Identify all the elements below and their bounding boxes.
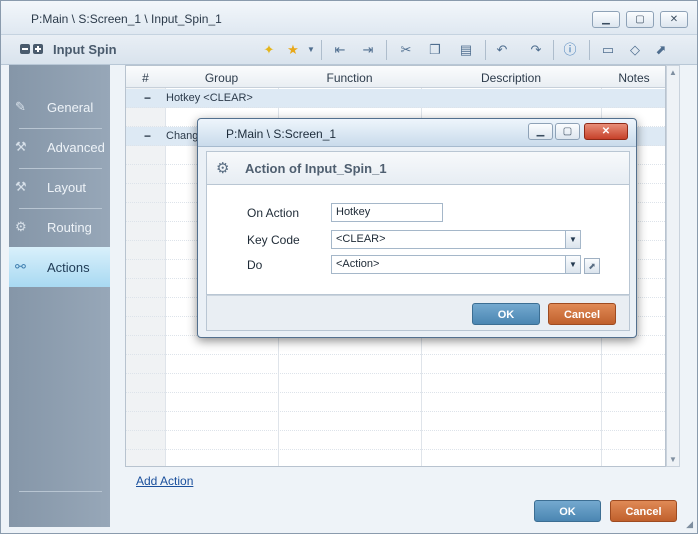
minimize-icon: ▁ [536,126,545,137]
table-row[interactable] [126,355,665,374]
scroll-down-icon[interactable]: ▼ [669,455,677,464]
do-value: <Action> [336,258,380,270]
close-icon: ✕ [669,14,679,25]
sidebar-item-label: Layout [47,180,87,195]
dialog-header: ⚙ Action of Input_Spin_1 [206,151,630,185]
tag-icon[interactable]: ◇ [626,41,644,59]
redo-icon[interactable]: ↷ [527,41,545,59]
dialog-title-bar: P:Main \ S:Screen_1 ▁ ▢ ✕ [198,119,636,147]
undo-icon[interactable]: ↶ [493,41,511,59]
table-row[interactable] [126,336,665,355]
gear-icon: ⚙ [216,160,230,177]
grid-header: # Group Function Description Notes [126,66,665,88]
input-spin-icon [20,44,43,54]
sidebar-item-label: Routing [47,220,92,235]
lightbulb-icon[interactable]: ✦ [260,41,278,59]
sidebar-item-actions[interactable]: ⚯ Actions [9,247,110,287]
dialog-heading: Action of Input_Spin_1 [245,161,387,176]
wrench-icon: ⚒ [15,139,27,154]
on-action-field[interactable]: Hotkey [331,203,443,222]
sidebar-item-advanced[interactable]: ⚒ Advanced [9,127,110,167]
toolbar: Input Spin ✦ ★ ▼ ⇤ ⇥ ✂ ❐ ▤ ↶ ↷ ⓘ ▭ ◇ ⬈ [1,35,697,65]
dialog-close-button[interactable]: ✕ [584,123,628,140]
dialog-cancel-button[interactable]: Cancel [548,303,616,325]
toolbar-separator [589,40,590,60]
minimize-icon: ▁ [602,14,610,25]
dialog-maximize-button[interactable]: ▢ [555,123,580,140]
sidebar: ✎ General ⚒ Advanced ⚒ Layout ⚙ Routing … [9,65,110,527]
actions-icon: ⚯ [15,259,26,274]
column-header-description[interactable]: Description [421,71,601,85]
dialog-footer: OK Cancel [206,295,630,331]
cut-icon[interactable]: ✂ [397,41,415,59]
resize-grip-icon[interactable]: ◢ [686,519,693,530]
copy-icon[interactable]: ❐ [426,41,444,59]
key-code-value: <CLEAR> [336,233,386,245]
info-icon[interactable]: ⓘ [561,41,579,59]
sidebar-item-label: General [47,100,94,115]
action-dialog: P:Main \ S:Screen_1 ▁ ▢ ✕ ⚙ Action of In… [197,118,637,338]
close-icon: ✕ [601,126,611,137]
scroll-up-icon[interactable]: ▲ [669,68,677,77]
toolbar-title: Input Spin [53,42,117,57]
sidebar-item-label: Actions [47,260,90,275]
title-bar: P:Main \ S:Screen_1 \ Input_Spin_1 ▁ ▢ ✕ [1,1,697,35]
toolbar-separator [485,40,486,60]
collapse-icon[interactable]: − [144,129,151,143]
gear-icon: ⚙ [15,219,27,234]
table-row[interactable] [126,374,665,393]
chevron-down-icon[interactable]: ▼ [565,256,580,273]
table-row-group[interactable]: − Hotkey <CLEAR> [126,89,665,108]
sidebar-item-routing[interactable]: ⚙ Routing [9,207,110,247]
vertical-scrollbar[interactable]: ▲ ▼ [666,65,680,467]
key-code-select[interactable]: <CLEAR> ▼ [331,230,581,249]
do-select[interactable]: <Action> ▼ [331,255,581,274]
add-action-link[interactable]: Add Action [136,474,193,488]
minimize-button[interactable]: ▁ [592,11,620,28]
layout-icon: ⚒ [15,179,27,194]
maximize-icon: ▢ [635,14,645,25]
column-header-number[interactable]: # [126,71,165,85]
outdent-icon[interactable]: ⇤ [331,41,349,59]
do-label: Do [247,258,263,272]
indent-icon[interactable]: ⇥ [359,41,377,59]
table-row[interactable] [126,412,665,431]
column-header-notes[interactable]: Notes [601,71,665,85]
dialog-minimize-button[interactable]: ▁ [528,123,553,140]
ok-button[interactable]: OK [534,500,601,522]
toolbar-separator [321,40,322,60]
general-icon: ✎ [15,99,26,114]
table-row[interactable] [126,431,665,450]
chevron-down-icon[interactable]: ▼ [565,231,580,248]
toolbar-separator [386,40,387,60]
on-action-label: On Action [247,206,300,220]
window-title: P:Main \ S:Screen_1 \ Input_Spin_1 [31,12,222,26]
export-icon[interactable]: ⬈ [652,41,670,59]
dialog-title: P:Main \ S:Screen_1 [226,127,337,141]
paste-icon[interactable]: ▤ [457,41,475,59]
dialog-form: On Action Hotkey Key Code <CLEAR> ▼ Do <… [206,185,630,295]
favorite-star-icon[interactable]: ★ [284,41,302,59]
dialog-ok-button[interactable]: OK [472,303,540,325]
group-label: Hotkey <CLEAR> [166,92,253,104]
key-code-label: Key Code [247,233,300,247]
column-header-group[interactable]: Group [165,71,278,85]
sidebar-item-general[interactable]: ✎ General [9,87,110,127]
sidebar-divider [19,491,102,492]
cancel-button[interactable]: Cancel [610,500,677,522]
table-row[interactable] [126,393,665,412]
collapse-icon[interactable]: − [144,91,151,105]
column-header-function[interactable]: Function [278,71,421,85]
sidebar-item-label: Advanced [47,140,105,155]
go-to-action-icon[interactable]: ⬈ [584,258,600,274]
toolbar-separator [553,40,554,60]
sidebar-item-layout[interactable]: ⚒ Layout [9,167,110,207]
comment-icon[interactable]: ▭ [599,41,617,59]
close-button[interactable]: ✕ [660,11,688,28]
chevron-down-icon[interactable]: ▼ [302,41,320,59]
maximize-button[interactable]: ▢ [626,11,654,28]
maximize-icon: ▢ [562,126,573,137]
